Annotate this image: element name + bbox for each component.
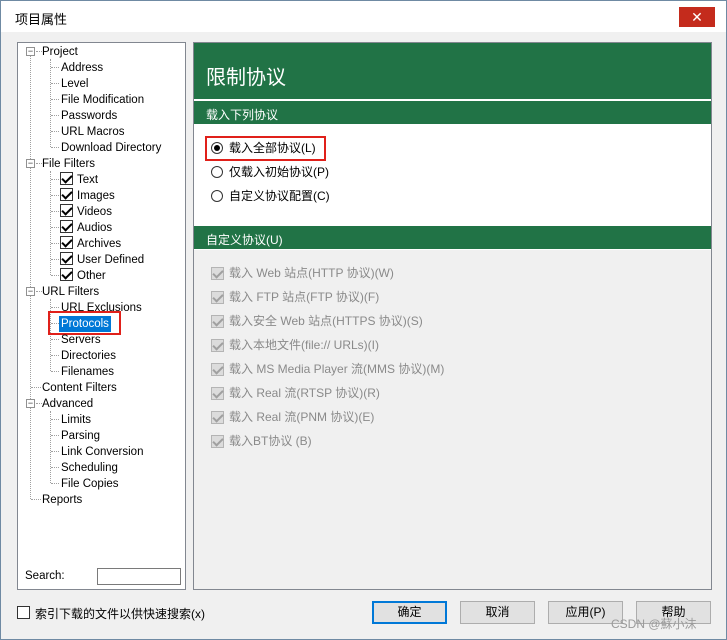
- tree-item-scheduling[interactable]: Scheduling: [59, 459, 120, 475]
- tree-item-parsing[interactable]: Parsing: [59, 427, 102, 443]
- ok-button[interactable]: 确定: [372, 601, 447, 624]
- search-input[interactable]: [97, 568, 181, 585]
- project-properties-dialog: 项目属性 ✕ − Project Address Level File Modi…: [0, 0, 727, 640]
- tree-item-project[interactable]: Project: [40, 43, 80, 59]
- url-filters-collapse-icon[interactable]: −: [26, 287, 35, 296]
- panel-title: 限制协议: [206, 67, 286, 89]
- text-filter-checkbox[interactable]: [60, 172, 73, 185]
- csdn-watermark: CSDN @蘇小沫: [611, 617, 697, 631]
- load-protocols-section-header: 载入下列协议: [194, 100, 711, 124]
- tree-item-videos[interactable]: Videos: [75, 203, 114, 219]
- radio-button[interactable]: [211, 190, 223, 202]
- cancel-button[interactable]: 取消: [460, 601, 535, 624]
- close-button[interactable]: ✕: [679, 7, 715, 27]
- tree-item-download-directory[interactable]: Download Directory: [59, 139, 163, 155]
- tree-item-link-conversion[interactable]: Link Conversion: [59, 443, 145, 459]
- tree-item-servers[interactable]: Servers: [59, 331, 103, 347]
- custom-protocols-area: 载入 Web 站点(HTTP 协议)(W) 载入 FTP 站点(FTP 协议)(…: [194, 250, 711, 589]
- tree-item-directories[interactable]: Directories: [59, 347, 118, 363]
- panel-header: 限制协议: [194, 43, 711, 99]
- tree-item-address[interactable]: Address: [59, 59, 105, 75]
- tree-item-images[interactable]: Images: [75, 187, 117, 203]
- tree-item-reports[interactable]: Reports: [40, 491, 84, 507]
- tree-item-file-copies[interactable]: File Copies: [59, 475, 121, 491]
- tree-item-other[interactable]: Other: [75, 267, 108, 283]
- tree-item-file-filters[interactable]: File Filters: [40, 155, 97, 171]
- archives-filter-checkbox[interactable]: [60, 236, 73, 249]
- advanced-collapse-icon[interactable]: −: [26, 399, 35, 408]
- index-files-checkbox[interactable]: [17, 606, 30, 619]
- tree-item-level[interactable]: Level: [59, 75, 91, 91]
- radio-button[interactable]: [211, 166, 223, 178]
- tree-item-advanced[interactable]: Advanced: [40, 395, 95, 411]
- file-filters-collapse-icon[interactable]: −: [26, 159, 35, 168]
- tree-item-text[interactable]: Text: [75, 171, 100, 187]
- load-all-highlight-annotation: [205, 136, 326, 161]
- tree-item-file-modification[interactable]: File Modification: [59, 91, 146, 107]
- tree-item-label: Project: [42, 46, 78, 58]
- settings-tree-panel: − Project Address Level File Modificatio…: [17, 42, 186, 590]
- tree-item-archives[interactable]: Archives: [75, 235, 123, 251]
- window-title: 项目属性: [15, 12, 68, 27]
- title-bar: 项目属性 ✕: [1, 1, 726, 32]
- settings-tree: − Project Address Level File Modificatio…: [18, 43, 185, 563]
- user-defined-filter-checkbox[interactable]: [60, 252, 73, 265]
- tree-item-content-filters[interactable]: Content Filters: [40, 379, 119, 395]
- tree-item-audios[interactable]: Audios: [75, 219, 114, 235]
- tree-item-limits[interactable]: Limits: [59, 411, 93, 427]
- index-files-label: 索引下载的文件以供快速搜索(x): [35, 607, 205, 621]
- custom-protocols-section-header: 自定义协议(U): [194, 225, 711, 249]
- project-collapse-icon[interactable]: −: [26, 47, 35, 56]
- tree-item-url-filters[interactable]: URL Filters: [40, 283, 101, 299]
- tree-item-passwords[interactable]: Passwords: [59, 107, 119, 123]
- search-label: Search:: [25, 570, 65, 582]
- tree-item-user-defined[interactable]: User Defined: [75, 251, 146, 267]
- audios-filter-checkbox[interactable]: [60, 220, 73, 233]
- other-filter-checkbox[interactable]: [60, 268, 73, 281]
- tree-item-url-macros[interactable]: URL Macros: [59, 123, 126, 139]
- tree-item-filenames[interactable]: Filenames: [59, 363, 116, 379]
- videos-filter-checkbox[interactable]: [60, 204, 73, 217]
- images-filter-checkbox[interactable]: [60, 188, 73, 201]
- protocols-settings-panel: 限制协议 载入下列协议 载入全部协议(L) 仅载入初始协议(P) 自定义协议配置…: [193, 42, 712, 590]
